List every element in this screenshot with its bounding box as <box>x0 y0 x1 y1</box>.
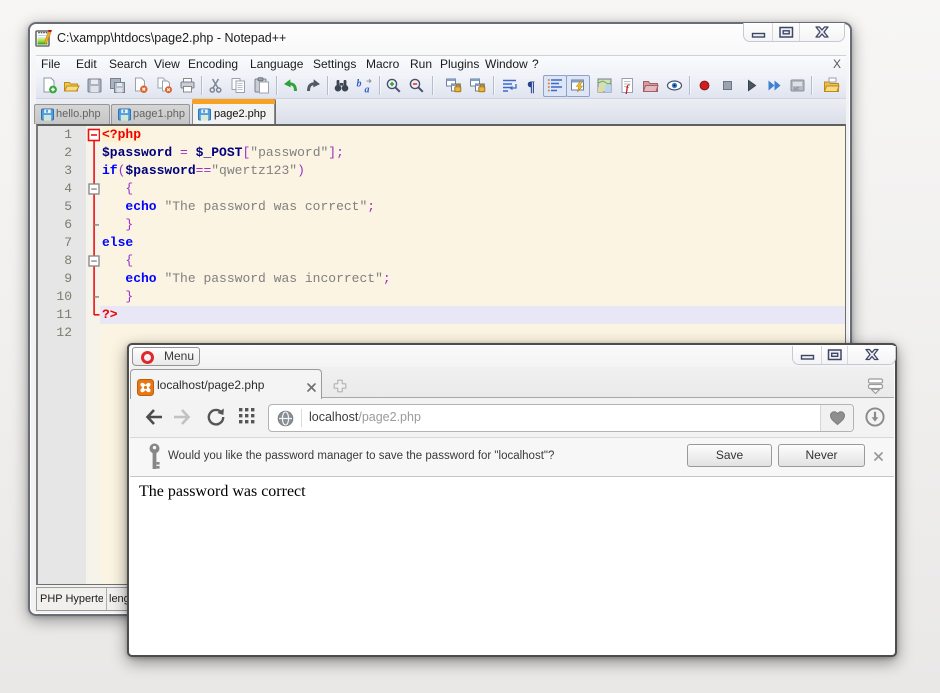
svg-text:a: a <box>364 85 369 95</box>
svg-text:¶: ¶ <box>528 79 536 94</box>
svg-text:uc: uc <box>793 86 799 92</box>
svg-text:b: b <box>356 79 361 90</box>
